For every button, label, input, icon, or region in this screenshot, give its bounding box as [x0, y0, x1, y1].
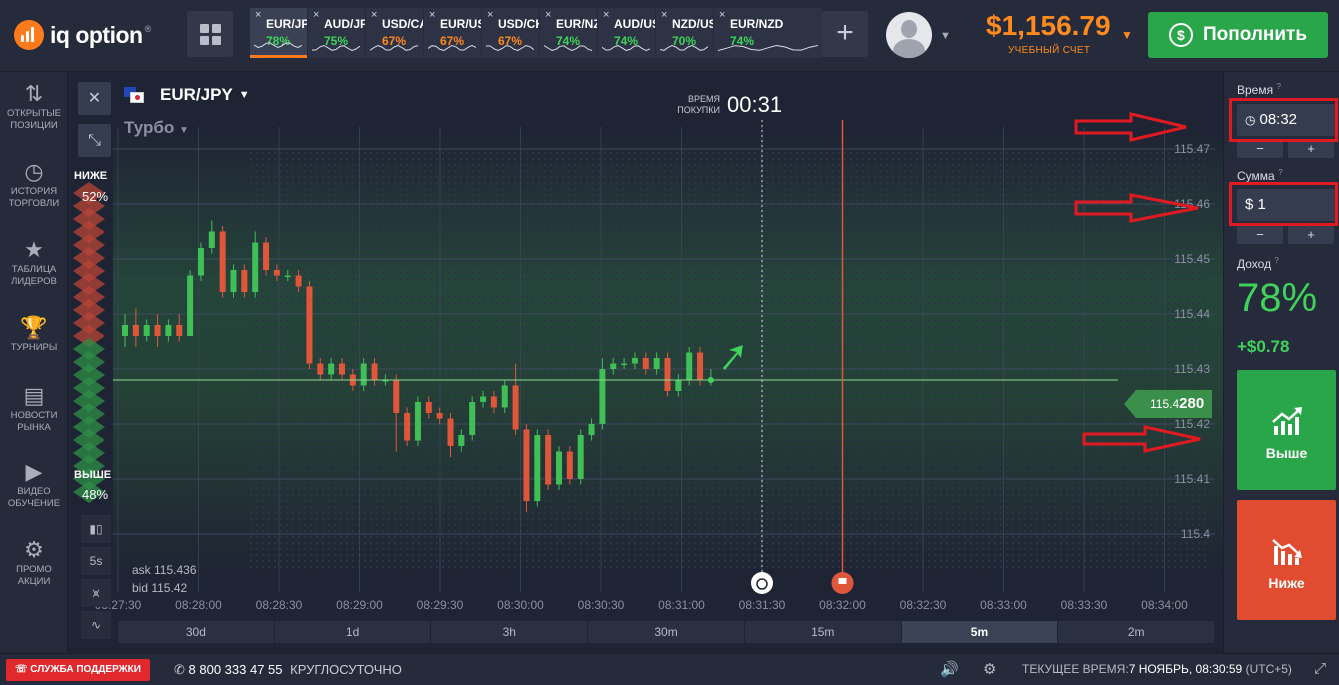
support-button[interactable]: ☏ СЛУЖБА ПОДДЕРЖКИ: [6, 659, 150, 681]
support-phone[interactable]: ✆ 8 800 333 47 55 КРУГЛОСУТОЧНО: [174, 662, 402, 678]
chat-icon: ☏: [15, 664, 31, 675]
annotation-arrow-time: [1074, 112, 1187, 142]
sound-icon[interactable]: 🔊: [940, 660, 959, 678]
phone-hours: КРУГЛОСУТОЧНО: [290, 662, 402, 677]
annotation-arrow-amount: [1074, 193, 1199, 223]
fullscreen-icon[interactable]: ⤢: [1314, 660, 1326, 677]
annotation-overlay: [1074, 112, 1201, 453]
trading-app: iq option ® ×EUR/JP78%×AUD/JP75%×USD/CA6…: [0, 0, 1339, 685]
bottom-bar: ☏ СЛУЖБА ПОДДЕРЖКИ ✆ 8 800 333 47 55 КРУ…: [0, 653, 1339, 685]
annotation-arrow-payout: [1082, 425, 1201, 453]
annotation-arrows: [1074, 112, 1201, 453]
server-time-label: ТЕКУЩЕЕ ВРЕМЯ:: [1022, 662, 1129, 676]
support-label: СЛУЖБА ПОДДЕРЖКИ: [30, 664, 141, 675]
phone-icon: ✆: [174, 662, 189, 677]
server-timezone: (UTC+5): [1245, 662, 1292, 676]
phone-number: 8 800 333 47 55: [188, 662, 283, 677]
server-time-value: 7 НОЯБРЬ, 08:30:59: [1128, 662, 1243, 676]
server-time: ТЕКУЩЕЕ ВРЕМЯ:7 НОЯБРЬ, 08:30:59 (UTC+5): [1022, 662, 1292, 676]
settings-gear-icon[interactable]: ⚙: [983, 660, 996, 678]
